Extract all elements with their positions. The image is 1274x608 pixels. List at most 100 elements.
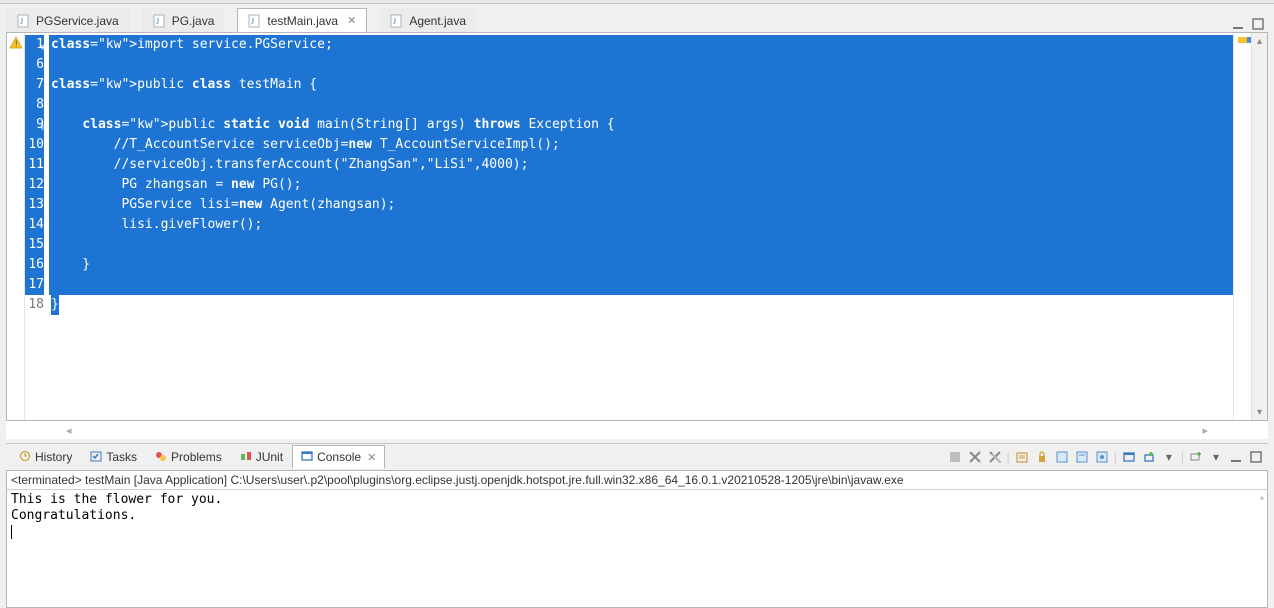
console-title: <terminated> testMain [Java Application]… <box>7 471 1267 490</box>
open-console-icon[interactable] <box>1121 449 1137 465</box>
code-view[interactable]: class="kw">import service.PGService; clas… <box>49 33 1233 420</box>
editor-tab-label: PG.java <box>172 14 215 28</box>
editor-tab-agent-java[interactable]: J Agent.java <box>379 8 477 32</box>
console-menu-chevron-icon[interactable]: ▾ <box>1161 449 1177 465</box>
line-number[interactable]: 10 <box>25 135 44 155</box>
line-number[interactable]: 9⊖ <box>25 115 44 135</box>
show-when-output-icon[interactable] <box>1094 449 1110 465</box>
pin-console-icon[interactable] <box>1074 449 1090 465</box>
code-line[interactable]: class="kw">public class testMain { <box>49 75 1233 95</box>
close-icon[interactable]: ✕ <box>367 451 376 464</box>
svg-text:J: J <box>156 17 159 26</box>
code-line[interactable] <box>49 275 1233 295</box>
minimize-icon[interactable] <box>1230 16 1246 32</box>
code-line[interactable]: } <box>49 255 1233 275</box>
svg-text:J: J <box>251 17 254 26</box>
line-number[interactable]: 7 <box>25 75 44 95</box>
console-line: Congratulations. <box>11 508 1263 524</box>
code-line[interactable]: lisi.giveFlower(); <box>49 215 1233 235</box>
line-number[interactable]: 12 <box>25 175 44 195</box>
line-number[interactable]: 13 <box>25 195 44 215</box>
terminate-icon[interactable] <box>947 449 963 465</box>
new-console-view-icon[interactable] <box>1188 449 1204 465</box>
code-line[interactable]: //T_AccountService serviceObj=new T_Acco… <box>49 135 1233 155</box>
line-number[interactable]: 17 <box>25 275 44 295</box>
remove-all-icon[interactable] <box>987 449 1003 465</box>
console-line: This is the flower for you. <box>11 492 1263 508</box>
line-number[interactable]: 11 <box>25 155 44 175</box>
svg-text:J: J <box>20 17 23 26</box>
bottom-tab-junit[interactable]: JUnit <box>231 445 292 469</box>
code-line[interactable]: PG zhangsan = new PG(); <box>49 175 1233 195</box>
svg-text:J: J <box>393 17 396 26</box>
code-line[interactable]: } <box>49 295 1233 315</box>
warning-marker-icon[interactable]: ! <box>7 33 24 53</box>
console-scroll-up-icon[interactable]: ▴ <box>1259 490 1265 506</box>
editor-tab-controls <box>1230 16 1268 32</box>
line-number[interactable]: 8 <box>25 95 44 115</box>
vertical-scrollbar[interactable]: ▴ ▾ <box>1251 33 1267 420</box>
gutter[interactable]: 1⊕6789⊖101112131415161718 <box>25 33 49 420</box>
editor-tab-pg-java[interactable]: J PG.java <box>142 8 226 32</box>
svg-text:!: ! <box>15 39 18 49</box>
bottom-tab-label: History <box>35 450 72 464</box>
java-file-icon: J <box>248 14 262 28</box>
code-line[interactable]: class="kw">import service.PGService; <box>49 35 1233 55</box>
bottom-panel: HistoryTasksProblemsJUnitConsole✕ | | ▾ … <box>6 443 1268 608</box>
scroll-down-icon[interactable]: ▾ <box>1252 404 1267 420</box>
bottom-tab-label: Problems <box>171 450 222 464</box>
bottom-minimize-icon[interactable] <box>1228 449 1244 465</box>
editor-tab-label: Agent.java <box>409 14 466 28</box>
word-wrap-icon[interactable] <box>1054 449 1070 465</box>
line-number[interactable]: 1⊕ <box>25 35 44 55</box>
bottom-tab-console[interactable]: Console✕ <box>292 445 385 469</box>
console-body: <terminated> testMain [Java Application]… <box>6 470 1268 608</box>
code-line[interactable] <box>49 235 1233 255</box>
line-number[interactable]: 16 <box>25 255 44 275</box>
scroll-right-icon[interactable]: ▸ <box>1202 424 1208 437</box>
editor-area: J PGService.java J PG.java JtestMain.java ✕ J A… <box>0 4 1274 439</box>
maximize-icon[interactable] <box>1250 16 1266 32</box>
code-line[interactable]: PGService lisi=new Agent(zhangsan); <box>49 195 1233 215</box>
editor-tab-label: PGService.java <box>36 14 119 28</box>
clear-console-icon[interactable] <box>1014 449 1030 465</box>
console-caret-line <box>11 524 1263 540</box>
scroll-left-icon[interactable]: ◂ <box>66 424 72 437</box>
code-line[interactable]: class="kw">public static void main(Strin… <box>49 115 1233 135</box>
problems-icon <box>155 450 167 465</box>
editor-tab-label: testMain.java <box>267 14 338 28</box>
history-icon <box>19 450 31 465</box>
code-line[interactable] <box>49 55 1233 75</box>
line-number[interactable]: 18 <box>25 295 44 315</box>
editor-tab-testmain-java[interactable]: JtestMain.java ✕ <box>237 8 367 32</box>
tasks-icon <box>90 450 102 465</box>
bottom-maximize-icon[interactable] <box>1248 449 1264 465</box>
ruler-select-marker <box>1247 37 1251 43</box>
new-console-icon[interactable] <box>1141 449 1157 465</box>
java-file-icon: J <box>390 14 404 28</box>
scroll-up-icon[interactable]: ▴ <box>1252 33 1267 49</box>
junit-icon <box>240 450 252 465</box>
close-icon[interactable]: ✕ <box>347 14 356 27</box>
line-number[interactable]: 14 <box>25 215 44 235</box>
code-line[interactable]: //serviceObj.transferAccount("ZhangSan",… <box>49 155 1233 175</box>
bottom-tab-problems[interactable]: Problems <box>146 445 231 469</box>
editor-tab-pgservice-java[interactable]: J PGService.java <box>6 8 130 32</box>
editor-body: ! 1⊕6789⊖101112131415161718 class="kw">i… <box>6 32 1268 421</box>
scroll-lock-icon[interactable] <box>1034 449 1050 465</box>
line-number[interactable]: 15 <box>25 235 44 255</box>
console-icon <box>301 450 313 465</box>
console-output[interactable]: This is the flower for you.Congratulatio… <box>7 490 1267 607</box>
java-file-icon: J <box>17 14 31 28</box>
view-menu-chevron-icon[interactable]: ▾ <box>1208 449 1224 465</box>
remove-launch-icon[interactable] <box>967 449 983 465</box>
horizontal-scrollbar[interactable]: ◂ ▸ <box>6 421 1268 439</box>
editor-tab-bar: J PGService.java J PG.java JtestMain.java ✕ J A… <box>6 8 1268 32</box>
java-file-icon: J <box>153 14 167 28</box>
code-line[interactable] <box>49 95 1233 115</box>
bottom-tab-history[interactable]: History <box>10 445 81 469</box>
bottom-tab-label: Tasks <box>106 450 137 464</box>
bottom-tab-tasks[interactable]: Tasks <box>81 445 146 469</box>
line-number[interactable]: 6 <box>25 55 44 75</box>
overview-ruler[interactable] <box>1233 33 1251 420</box>
